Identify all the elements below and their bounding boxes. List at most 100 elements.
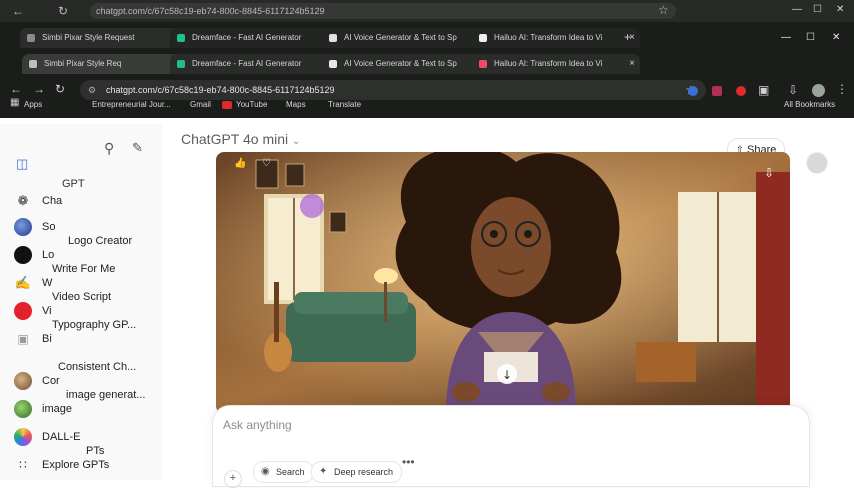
bookmark-apps[interactable]: Apps [24,97,42,113]
thumbs-down-icon[interactable]: ♡ [262,158,271,169]
svg-text:↓: ↓ [502,368,512,382]
ghost-tab-label: Hailuo AI: Transform Idea to Vi [494,33,603,42]
download-icon[interactable]: ⇩ [764,166,774,180]
close-window-icon[interactable]: ✕ [832,32,840,43]
sidebar-item-explore-gpts[interactable]: Explore GPTs [42,456,109,474]
tab[interactable]: Dreamface - Fast AI Generator× [170,54,340,74]
chevron-down-icon: ⌄ [292,136,301,147]
attach-plus-icon[interactable]: + [224,470,242,488]
reload-icon[interactable]: ↻ [55,82,65,96]
bookmark-entrepreneurial[interactable]: Entrepreneurial Jour... [92,97,171,113]
back-icon[interactable]: ← [10,82,22,96]
sidebar-item-consistent-character[interactable]: Consistent Ch... [58,358,136,376]
tab[interactable]: Hailuo AI: Transform Idea to Vi × [472,54,640,74]
ghost-minimize-icon[interactable]: — [792,4,802,15]
grid-icon: ∷ [19,458,27,472]
tab-favicon [479,60,487,68]
ghost-tab-label: AI Voice Generator & Text to Sp [344,33,457,42]
sidebar-toggle-icon[interactable]: ◫ [16,156,28,172]
globe-icon: ◉ [261,466,270,477]
thumbs-up-icon[interactable]: 👍 [234,158,246,169]
extension-icon[interactable] [688,86,698,96]
sidebar-item-label[interactable]: image [42,400,72,418]
cube-icon: ▣ [17,332,29,346]
back-icon[interactable]: ← [12,4,24,18]
image-icon [14,400,32,418]
ghost-tab[interactable]: Simbi Pixar Style Request× [20,28,182,48]
extensions-puzzle-icon[interactable]: ▣ [758,83,769,97]
tab-row: Simbi Pixar Style Req× Dreamface - Fast … [0,52,854,76]
chatgpt-icon: ❁ [17,193,29,208]
ghost-tab-row: Simbi Pixar Style Request× Dreamface - F… [0,26,854,50]
search-button-label: Search [276,467,305,477]
bookmark-maps[interactable]: Maps [286,97,306,113]
tab-favicon [177,60,185,68]
youtube-icon [222,101,232,109]
sidebar-item-label[interactable]: W [42,274,52,292]
sidebar-item-image-generator[interactable]: image generat... [66,386,146,404]
avatar[interactable] [806,152,828,174]
sidebar-item-dalle[interactable]: DALL-E [42,428,81,446]
ghost-label: GPT [62,178,85,190]
model-selector[interactable]: ChatGPT 4o mini ⌄ [181,131,300,147]
ghost-address-bar: chatgpt.com/c/67c58c19-eb74-800c-8845-61… [0,0,854,22]
sidebar-item-label[interactable]: Bi [42,330,52,348]
ghost-maximize-icon[interactable]: ☐ [813,4,822,15]
sidebar-item-logo-creator[interactable]: Logo Creator [68,232,132,250]
tab-favicon [29,60,37,68]
telescope-icon: ✦ [319,466,328,477]
reload-icon[interactable]: ↻ [58,4,68,18]
apps-grid-icon[interactable]: ▦ [10,97,19,108]
all-bookmarks[interactable]: All Bookmarks [784,97,835,113]
tab-active[interactable]: Simbi Pixar Style Req× [22,54,186,74]
ghost-url: chatgpt.com/c/67c58c19-eb74-800c-8845-61… [89,3,677,19]
ghost-tab-favicon [479,34,487,42]
logo-creator-icon [14,246,32,264]
ghost-tab[interactable]: Hailuo AI: Transform Idea to Vi × [472,28,640,48]
ghost-tab-label: Simbi Pixar Style Request [42,33,135,42]
tab-label: Hailuo AI: Transform Idea to Vi [494,59,603,68]
ghost-tab[interactable]: AI Voice Generator & Text to Sp× [322,28,490,48]
tab-label: AI Voice Generator & Text to Sp [344,59,457,68]
new-tab-icon[interactable]: + [624,30,631,44]
generated-image[interactable]: ↓ 👍 ♡ ⇩ [216,152,790,414]
profile-avatar[interactable] [812,84,825,97]
sidebar-item-label[interactable]: Cha [42,192,62,210]
extension-icon[interactable] [736,86,746,96]
address-bar-url: chatgpt.com/c/67c58c19-eb74-800c-8845-61… [106,85,335,95]
sidebar-item-video-script[interactable]: Video Script [52,288,111,306]
bookmark-youtube[interactable]: YouTube [236,97,267,113]
ghost-tab-favicon [27,34,35,42]
ghost-tab[interactable]: Dreamface - Fast AI Generator× [170,28,340,48]
pen-icon: ✍ [14,275,32,290]
extension-icon[interactable] [712,86,722,96]
bookmark-translate[interactable]: Translate [328,97,361,113]
sora-icon [14,218,32,236]
character-icon [14,372,32,390]
sidebar-item-label[interactable]: Vi [42,302,52,320]
generated-image-illustration: ↓ [216,152,790,414]
star-icon[interactable]: ☆ [658,3,669,17]
prompt-input[interactable]: Ask anything [223,418,292,432]
sidebar-item-label[interactable]: Cor [42,372,60,390]
mouse-cursor-highlight [300,194,324,218]
search-icon[interactable]: ⚲ [104,140,114,157]
download-icon[interactable]: ⇩ [788,83,798,97]
bookmark-gmail[interactable]: Gmail [190,97,211,113]
composer[interactable]: Ask anything ◉ Search ✦ Deep research [212,405,810,487]
sidebar-item-typography[interactable]: Typography GP... [52,316,136,334]
address-bar[interactable]: ⚙ chatgpt.com/c/67c58c19-eb74-800c-8845-… [80,80,706,100]
new-chat-icon[interactable]: ✎ [132,140,143,156]
ghost-tab-favicon [177,34,185,42]
menu-kebab-icon[interactable]: ⋮ [836,82,848,96]
maximize-icon[interactable]: ☐ [806,32,815,43]
minimize-icon[interactable]: — [781,32,791,43]
tab[interactable]: AI Voice Generator & Text to Sp× [322,54,490,74]
close-icon[interactable]: × [629,54,635,74]
forward-icon[interactable]: → [33,82,45,96]
ghost-tab-favicon [329,34,337,42]
sidebar-item-write-for-me[interactable]: Write For Me [52,260,115,278]
more-options-icon[interactable]: ••• [402,455,415,469]
ghost-close-icon[interactable]: ✕ [836,4,844,15]
sidebar-item-label[interactable]: So [42,218,55,236]
